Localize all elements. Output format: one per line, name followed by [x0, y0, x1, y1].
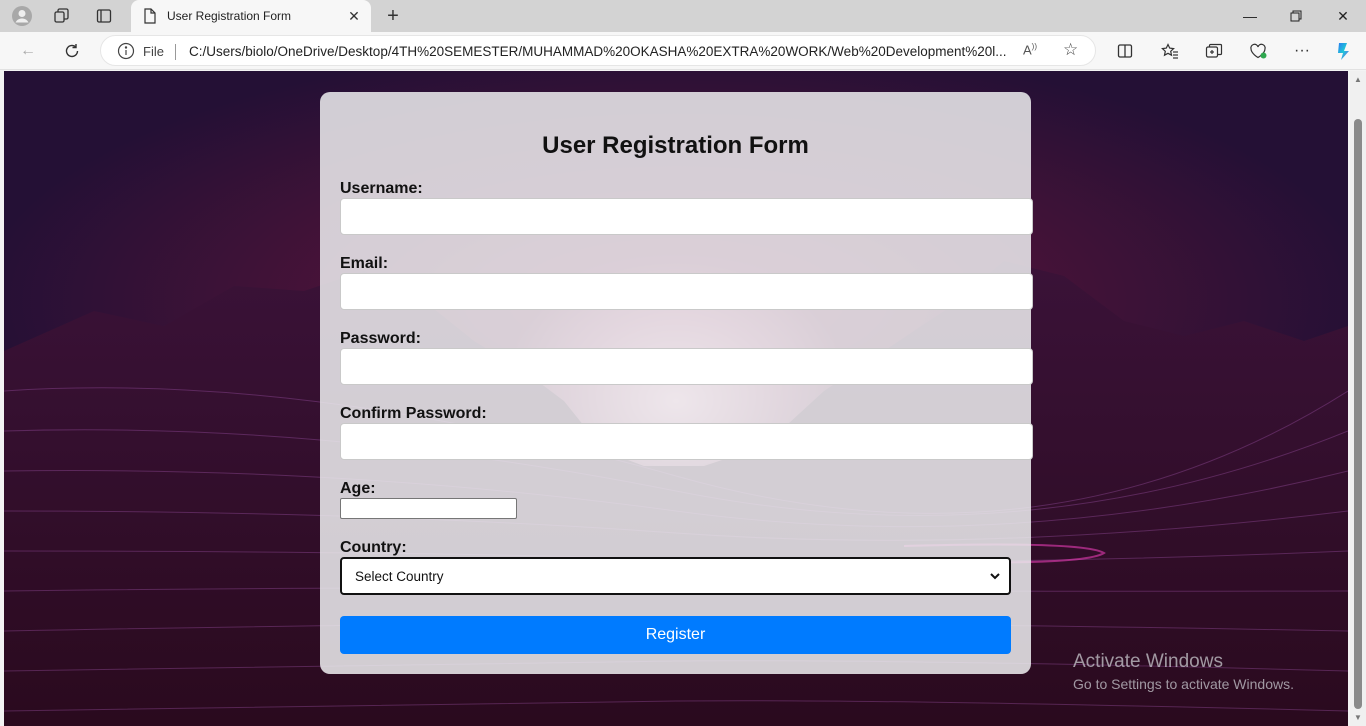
new-tab-icon[interactable]: + — [381, 4, 405, 28]
navigation-bar: ← File C:/Users/biolo/OneDrive/Desktop/4… — [0, 32, 1366, 70]
age-label: Age: — [340, 480, 376, 497]
form-title: User Registration Form — [542, 132, 809, 159]
registration-form: User Registration Form Username: Email: … — [320, 92, 1033, 674]
country-select[interactable]: Select Country — [340, 557, 1011, 595]
url-text[interactable]: C:/Users/biolo/OneDrive/Desktop/4TH%20SE… — [189, 44, 1011, 59]
watermark-subtitle: Go to Settings to activate Windows. — [1073, 676, 1294, 692]
close-window-icon[interactable]: ✕ — [1320, 0, 1366, 32]
confirm-password-label: Confirm Password: — [340, 405, 487, 422]
minimize-icon[interactable]: — — [1227, 0, 1273, 32]
refresh-icon[interactable] — [58, 38, 86, 64]
tab-title: User Registration Form — [167, 9, 292, 23]
username-label: Username: — [340, 180, 423, 197]
tab-actions-icon[interactable] — [90, 4, 118, 28]
activation-watermark: Activate Windows Go to Settings to activ… — [1073, 651, 1294, 692]
scroll-down-icon[interactable]: ▼ — [1354, 713, 1362, 722]
username-input[interactable] — [340, 198, 1033, 235]
email-input[interactable] — [340, 273, 1033, 310]
profile-icon[interactable] — [8, 4, 36, 28]
scroll-thumb[interactable] — [1354, 119, 1362, 709]
tab-active[interactable]: User Registration Form ✕ — [131, 0, 371, 32]
split-screen-icon[interactable] — [1111, 38, 1139, 64]
copilot-icon[interactable] — [1330, 38, 1358, 64]
page-icon — [144, 8, 156, 24]
watermark-title: Activate Windows — [1073, 651, 1223, 672]
restore-icon[interactable] — [1273, 0, 1319, 32]
read-aloud-icon[interactable]: A)) — [1023, 42, 1037, 57]
page-viewport: User Registration Form Username: Email: … — [4, 71, 1348, 726]
country-label: Country: — [340, 539, 407, 556]
scroll-up-icon[interactable]: ▲ — [1354, 75, 1362, 84]
tab-strip: User Registration Form ✕ + — ✕ — [0, 0, 1366, 32]
more-options-icon[interactable]: ··· — [1288, 38, 1316, 64]
password-label: Password: — [340, 330, 421, 347]
info-icon[interactable] — [117, 42, 135, 60]
favorite-star-icon[interactable]: ☆ — [1063, 40, 1078, 60]
close-tab-icon[interactable]: ✕ — [345, 7, 363, 25]
favorites-icon[interactable] — [1156, 38, 1184, 64]
address-separator — [175, 44, 176, 60]
vertical-scrollbar[interactable]: ▲ ▼ — [1350, 71, 1366, 726]
country-selected-value: Select Country — [355, 569, 444, 584]
chevron-down-icon — [990, 573, 1000, 580]
browser-essentials-icon[interactable] — [1244, 38, 1272, 64]
back-icon[interactable]: ← — [14, 38, 42, 64]
workspaces-icon[interactable] — [48, 4, 76, 28]
confirm-password-input[interactable] — [340, 423, 1033, 460]
password-input[interactable] — [340, 348, 1033, 385]
age-input[interactable] — [340, 498, 517, 519]
collections-icon[interactable] — [1200, 38, 1228, 64]
address-bar[interactable]: File C:/Users/biolo/OneDrive/Desktop/4TH… — [100, 35, 1096, 66]
email-label: Email: — [340, 255, 389, 272]
address-prefix: File — [143, 44, 164, 59]
register-button[interactable]: Register — [340, 616, 1011, 654]
